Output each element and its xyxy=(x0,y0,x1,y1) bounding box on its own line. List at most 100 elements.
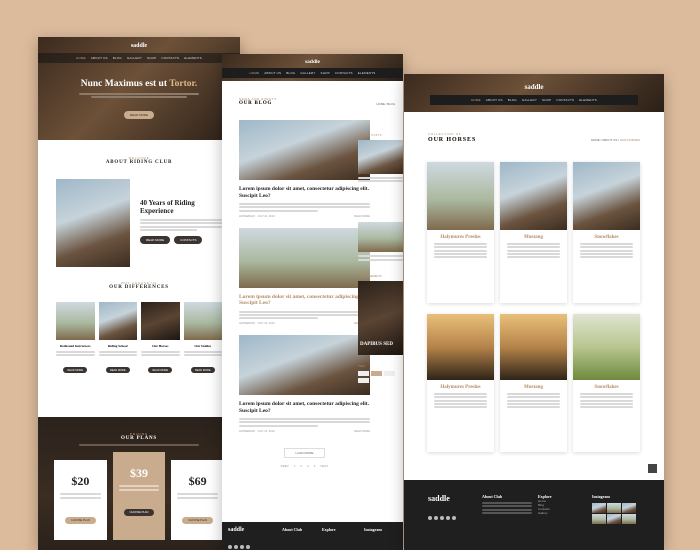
hero-text xyxy=(79,93,199,99)
nav-about[interactable]: ABOUT US xyxy=(264,71,281,75)
plan-price: $39 xyxy=(130,466,148,480)
brand-logo[interactable]: saddle xyxy=(38,37,240,49)
tag[interactable] xyxy=(358,377,369,383)
difference-card: Our Horses READ MORE xyxy=(141,302,180,376)
horse-card[interactable]: Halymures Preslus xyxy=(427,314,494,452)
page-1[interactable]: 1 xyxy=(294,464,296,468)
horse-name: Halymures Preslus xyxy=(440,385,481,390)
page-4[interactable]: 4 xyxy=(314,464,316,468)
horse-name: Snowflakes xyxy=(594,235,619,240)
nav-contacts[interactable]: CONTACTS xyxy=(161,56,179,60)
about-rider-image xyxy=(56,179,130,267)
nav-elements[interactable]: ELEMENTS xyxy=(184,56,202,60)
brand-logo[interactable]: saddle xyxy=(404,74,664,91)
vimeo-icon[interactable] xyxy=(446,516,450,520)
instagram-icon[interactable] xyxy=(452,516,456,520)
post-title[interactable]: Lorem ipsum dolor sit amet, consectetur … xyxy=(239,294,370,307)
instagram-thumb[interactable] xyxy=(592,503,606,513)
horse-image xyxy=(500,162,567,230)
ad-text: DAPIBUS SED xyxy=(360,341,393,347)
nav-home[interactable]: HOME xyxy=(471,98,481,102)
horse-image xyxy=(427,314,494,380)
nav-home[interactable]: HOME xyxy=(249,71,259,75)
nav-blog[interactable]: BLOG xyxy=(286,71,295,75)
nav-gallery[interactable]: GALLERY xyxy=(522,98,537,102)
youtube-icon[interactable] xyxy=(234,545,238,549)
page-3[interactable]: 3 xyxy=(307,464,309,468)
plan-price: $69 xyxy=(188,474,207,488)
page-next[interactable]: NEXT xyxy=(320,464,328,468)
nav-shop[interactable]: SHOP xyxy=(542,98,551,102)
facebook-icon[interactable] xyxy=(428,516,432,520)
nav-blog[interactable]: BLOG xyxy=(113,56,122,60)
post-title[interactable]: Lorem ipsum dolor sit amet, consectetur … xyxy=(239,401,370,414)
blog-post: Lorem ipsum dolor sit amet, consectetur … xyxy=(239,227,370,325)
horse-card[interactable]: Mustang xyxy=(500,314,567,452)
brand-logo[interactable]: saddle xyxy=(222,54,403,65)
choose-plan-button[interactable]: CHOOSE PLAN xyxy=(182,516,214,524)
choose-plan-button[interactable]: CHOOSE PLAN xyxy=(64,516,96,524)
nav-home[interactable]: HOME xyxy=(76,56,86,60)
plans-section: PRICING OUR PLANS $20 CHOOSE PLAN $39 CH… xyxy=(38,417,240,550)
horse-card[interactable]: Snowflakes xyxy=(573,162,640,303)
difference-title: Our Horses xyxy=(152,344,169,348)
difference-read-more[interactable]: READ MORE xyxy=(63,367,88,374)
hero-read-more-button[interactable]: READ MORE xyxy=(123,111,155,120)
tag[interactable] xyxy=(384,370,395,376)
page-prev[interactable]: PREV xyxy=(281,464,289,468)
instagram-thumb[interactable] xyxy=(592,514,606,524)
difference-read-more[interactable]: READ MORE xyxy=(190,367,215,374)
blog-posts: Lorem ipsum dolor sit amet, consectetur … xyxy=(239,120,370,468)
vimeo-icon[interactable] xyxy=(246,545,250,549)
nav-elements[interactable]: ELEMENTS xyxy=(358,71,376,75)
nav-elements[interactable]: ELEMENTS xyxy=(579,98,597,102)
horse-card[interactable]: Mustang xyxy=(500,162,567,303)
footer-instagram-title: Instagram xyxy=(364,527,382,532)
footer-link-gallery[interactable]: Gallery xyxy=(538,511,551,515)
horse-card[interactable]: Snowflakes xyxy=(573,314,640,452)
load-more-button[interactable]: LOAD MORE xyxy=(284,447,325,458)
nav-contacts[interactable]: CONTACTS xyxy=(556,98,574,102)
horse-name: Mustang xyxy=(524,385,543,390)
youtube-icon[interactable] xyxy=(434,516,438,520)
page-2[interactable]: 2 xyxy=(300,464,302,468)
about-read-more-button[interactable]: READ MORE xyxy=(140,235,171,244)
ad-banner[interactable]: DAPIBUS SED xyxy=(358,280,403,355)
nav-gallery[interactable]: GALLERY xyxy=(127,56,142,60)
home-page: saddle HOME ABOUT US BLOG GALLERY SHOP C… xyxy=(38,37,240,550)
post-title[interactable]: Lorem ipsum dolor sit amet, consectetur … xyxy=(239,186,370,199)
nav-gallery[interactable]: GALLERY xyxy=(300,71,315,75)
difference-image xyxy=(141,302,180,340)
scroll-to-top-button[interactable] xyxy=(648,464,657,473)
nav-shop[interactable]: SHOP xyxy=(147,56,156,60)
about-heading: 40 Years of Riding Experience xyxy=(140,199,195,215)
instagram-thumb[interactable] xyxy=(607,503,621,513)
difference-card: Our Stables READ MORE xyxy=(183,302,222,376)
horses-footer: saddle About Club Explore Home Blog Cont… xyxy=(404,480,664,550)
tag[interactable] xyxy=(358,370,369,376)
twitter-icon[interactable] xyxy=(240,545,244,549)
instagram-thumb[interactable] xyxy=(607,514,621,524)
home-hero: saddle HOME ABOUT US BLOG GALLERY SHOP C… xyxy=(38,37,240,140)
nav-about[interactable]: ABOUT US xyxy=(91,56,108,60)
choose-plan-button[interactable]: CHOOSE PLAN xyxy=(123,508,155,516)
breadcrumb[interactable]: HOME / ABOUT US / OUR HORSES xyxy=(591,138,640,142)
nav-shop[interactable]: SHOP xyxy=(321,71,330,75)
blog-page: saddle HOME ABOUT US BLOG GALLERY SHOP C… xyxy=(222,54,403,550)
facebook-icon[interactable] xyxy=(228,545,232,549)
breadcrumb[interactable]: HOME / BLOG xyxy=(377,102,396,106)
instagram-thumb[interactable] xyxy=(622,503,636,513)
post-read-more[interactable]: READ MORE xyxy=(354,430,370,433)
horse-card[interactable]: Halymures Preslus xyxy=(427,162,494,303)
tag[interactable] xyxy=(371,370,382,376)
about-contacts-button[interactable]: CONTACTS xyxy=(174,235,203,244)
blog-sidebar: RECENT POSTS ADVERTISEMENTS DAPIBUS SED … xyxy=(358,134,403,383)
twitter-icon[interactable] xyxy=(440,516,444,520)
difference-title: Our Stables xyxy=(194,344,212,348)
nav-blog[interactable]: BLOG xyxy=(508,98,517,102)
instagram-thumb[interactable] xyxy=(622,514,636,524)
difference-read-more[interactable]: READ MORE xyxy=(105,367,130,374)
nav-contacts[interactable]: CONTACTS xyxy=(335,71,353,75)
difference-read-more[interactable]: READ MORE xyxy=(148,367,173,374)
nav-about[interactable]: ABOUT US xyxy=(486,98,503,102)
